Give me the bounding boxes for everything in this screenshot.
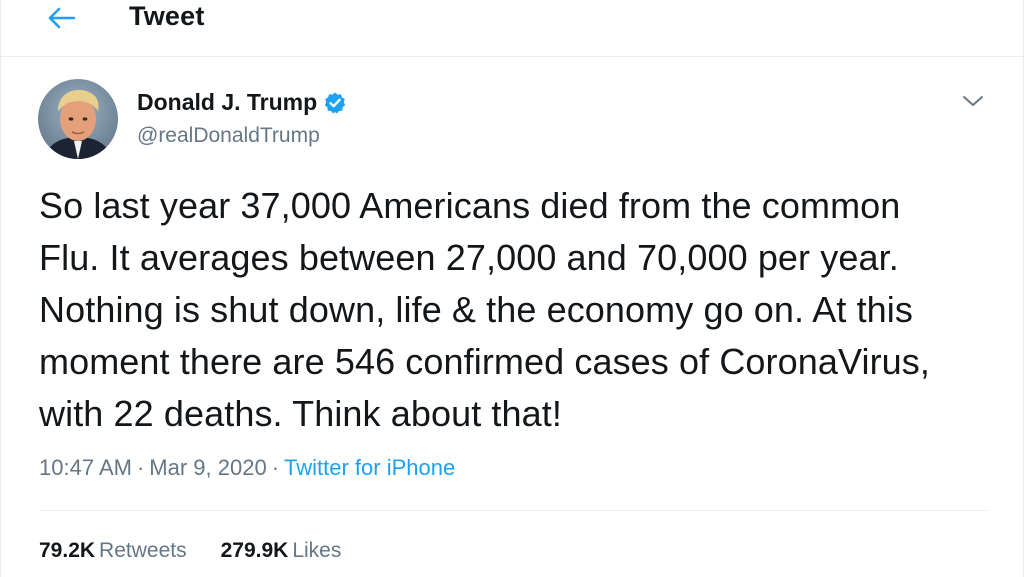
meta-separator: ·: [136, 455, 145, 480]
retweets-label: Retweets: [99, 539, 187, 562]
tweet-text: So last year 37,000 Americans died from …: [39, 185, 930, 434]
author-name-row[interactable]: Donald J. Trump: [137, 89, 347, 116]
arrow-left-icon: [48, 7, 76, 29]
tweet-meta: 10:47 AM · Mar 9, 2020 · Twitter for iPhone: [39, 455, 455, 481]
back-button[interactable]: [37, 0, 85, 36]
likes-label: Likes: [292, 539, 342, 562]
more-options-button[interactable]: [955, 86, 991, 116]
likes-count: 279.9K: [220, 539, 289, 562]
chevron-down-icon: [963, 96, 983, 106]
meta-separator: ·: [271, 455, 280, 480]
divider: [39, 510, 987, 511]
likes-stat[interactable]: 279.9K Likes: [221, 539, 342, 563]
author-handle[interactable]: @realDonaldTrump: [137, 124, 320, 148]
avatar[interactable]: [38, 79, 118, 159]
tweet-time[interactable]: 10:47 AM: [39, 455, 132, 480]
author-name[interactable]: Donald J. Trump: [137, 89, 317, 116]
tweet-page: Tweet Donald J. Trump @realDonaldTrump S…: [0, 0, 1024, 577]
retweets-stat[interactable]: 79.2K Retweets: [39, 539, 187, 563]
verified-badge-icon: [324, 92, 346, 113]
retweets-count: 79.2K: [39, 539, 96, 562]
page-header: Tweet: [1, 0, 1023, 57]
page-title: Tweet: [129, 1, 205, 31]
tweet-source-link[interactable]: Twitter for iPhone: [284, 455, 455, 480]
tweet-stats: 79.2K Retweets 279.9K Likes: [39, 539, 341, 563]
tweet-date[interactable]: Mar 9, 2020: [149, 455, 266, 480]
